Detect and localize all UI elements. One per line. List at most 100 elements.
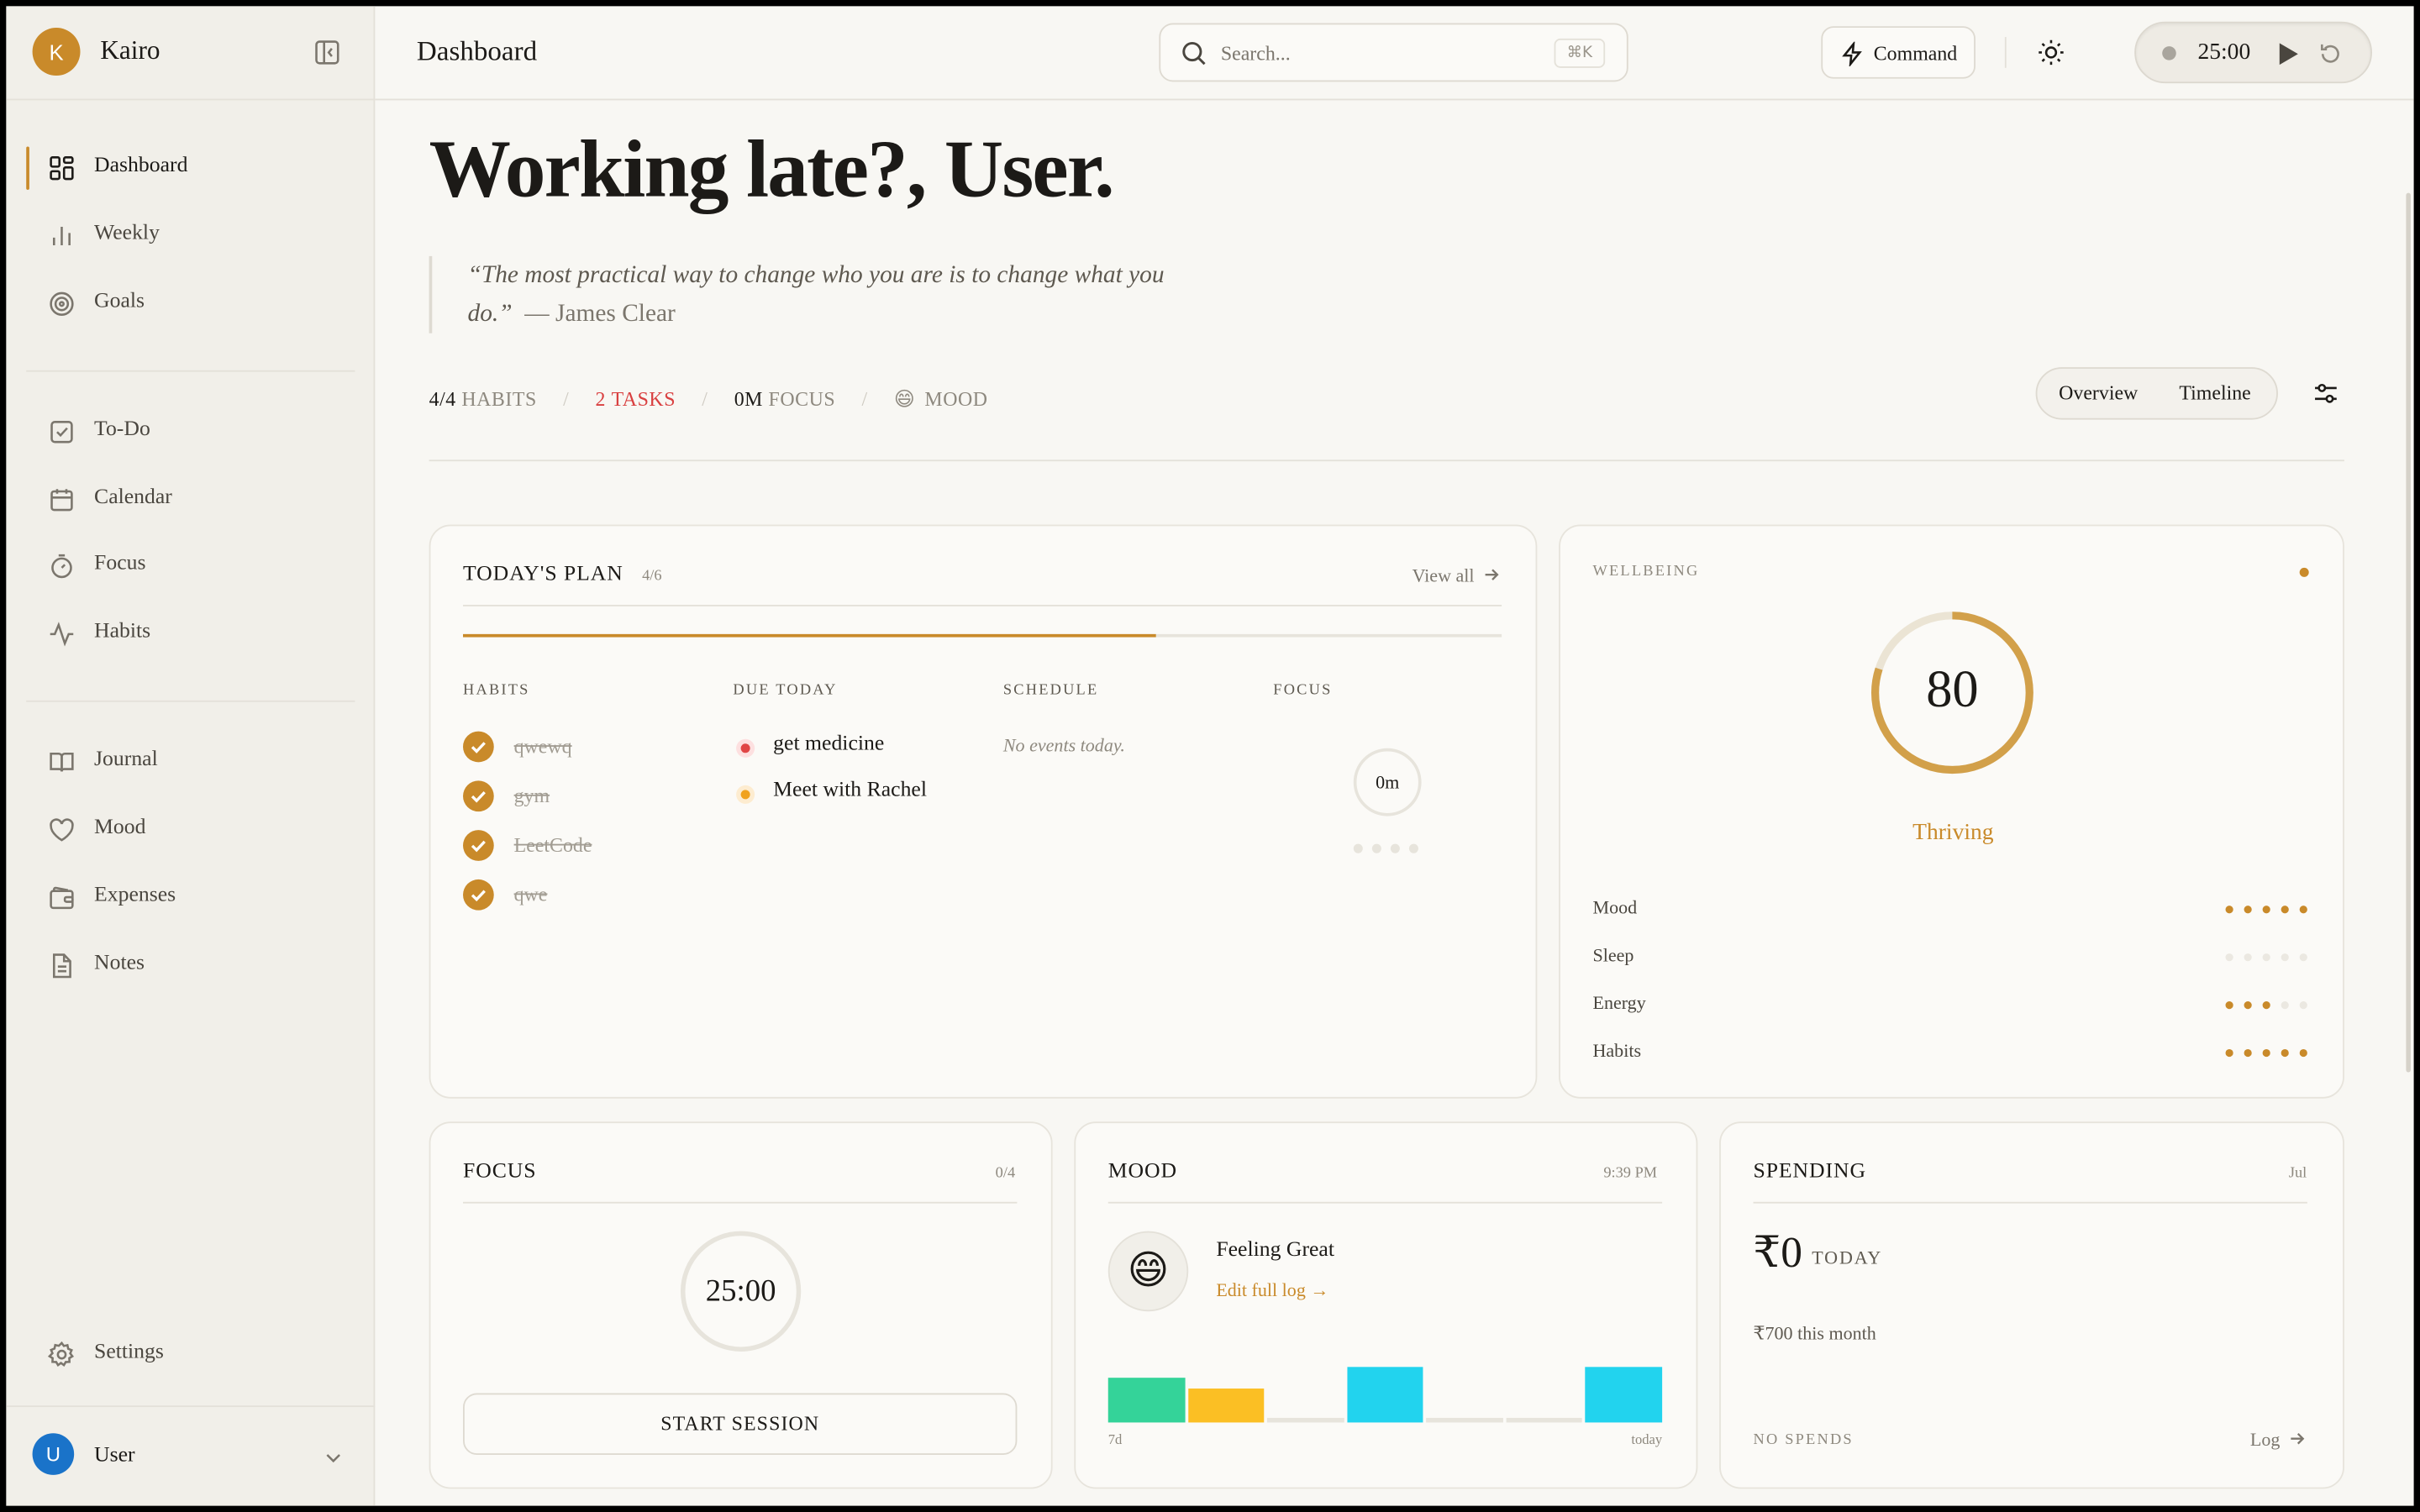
sidebar-item-weekly[interactable]: Weekly	[26, 208, 355, 264]
card-title: WELLBEING	[1592, 563, 1700, 580]
due-item-marker	[736, 738, 755, 758]
focus-stat-value: 0M	[734, 387, 763, 411]
priority-dot	[740, 743, 750, 753]
sidebar-item-journal[interactable]: Journal	[26, 734, 355, 790]
sidebar-item-label: To-Do	[94, 417, 150, 442]
metric-dot	[2262, 1048, 2270, 1058]
sliders-icon[interactable]	[2312, 380, 2339, 407]
start-session-button[interactable]: START SESSION	[463, 1393, 1018, 1456]
sidebar-item-habits[interactable]: Habits	[26, 606, 355, 662]
sidebar-item-label: Goals	[94, 290, 145, 313]
mood-bar	[1187, 1389, 1265, 1423]
habit-item[interactable]: qwewq	[514, 734, 572, 759]
due-item[interactable]: get medicine	[773, 732, 884, 757]
avatar: U	[32, 1433, 75, 1475]
metric-dot	[2225, 906, 2233, 914]
metric-dot	[2281, 1048, 2289, 1058]
plan-progress-fill	[463, 633, 1156, 638]
focus-stat-label: FOCUS	[768, 387, 836, 411]
lightning-icon	[1842, 41, 1862, 66]
sidebar-item-label: Mood	[94, 816, 146, 840]
habit-item[interactable]: gym	[514, 784, 550, 808]
metric-dot	[2244, 906, 2252, 914]
app-window: K Kairo Dashboard Weekly Goals To-Do Cal…	[6, 6, 2414, 1506]
sidebar-collapse-icon[interactable]	[312, 37, 343, 68]
today-label: TODAY	[1812, 1247, 1883, 1268]
habit-checkbox[interactable]	[463, 780, 494, 812]
sidebar-item-label: Weekly	[94, 222, 160, 246]
card-title: SPENDING	[1753, 1160, 1867, 1184]
card-title: TODAY'S PLAN	[463, 563, 623, 586]
habit-checkbox[interactable]	[463, 731, 494, 763]
wallet-icon	[50, 886, 74, 910]
sidebar-item-mood[interactable]: Mood	[26, 802, 355, 858]
mood-bar	[1267, 1417, 1344, 1423]
metric-label: Mood	[1592, 896, 1638, 918]
command-button[interactable]: Command	[1821, 26, 1975, 79]
priority-dot	[740, 790, 750, 800]
search-input[interactable]: Search... ⌘K	[1159, 23, 1628, 82]
edit-log-link[interactable]: Edit full log →	[1216, 1279, 1328, 1303]
arrow-right-icon	[2291, 1432, 2305, 1445]
sidebar-item-dashboard[interactable]: Dashboard	[26, 140, 355, 196]
stopwatch-icon	[51, 554, 72, 579]
app-name: Kairo	[100, 35, 160, 66]
due-item-marker	[736, 785, 755, 804]
sidebar-item-calendar[interactable]: Calendar	[26, 472, 355, 528]
command-label: Command	[1873, 41, 1958, 66]
view-all-link[interactable]: View all	[1413, 564, 1501, 588]
sidebar-item-label: Habits	[94, 620, 151, 643]
log-expense-link[interactable]: Log	[2250, 1429, 2307, 1452]
metric-dot	[2225, 1001, 2233, 1010]
sidebar-item-focus[interactable]: Focus	[26, 538, 355, 594]
tab-overview[interactable]: Overview	[2059, 381, 2138, 406]
focus-ring: 0m	[1353, 748, 1422, 816]
today-amount: ₹0	[1753, 1229, 1802, 1278]
page-title: Dashboard	[416, 35, 538, 66]
sidebar-item-todo[interactable]: To-Do	[26, 404, 355, 459]
user-menu[interactable]: U User	[6, 1405, 376, 1505]
card-title: MOOD	[1107, 1160, 1178, 1184]
habit-checkbox[interactable]	[463, 830, 494, 861]
habit-item[interactable]: qwe	[514, 883, 548, 907]
sidebar-divider	[26, 700, 355, 702]
search-placeholder: Search...	[1220, 41, 1291, 66]
due-item[interactable]: Meet with Rachel	[773, 780, 927, 804]
check-icon	[471, 890, 486, 902]
reset-icon[interactable]	[2318, 42, 2343, 66]
sidebar-divider	[26, 370, 355, 372]
metric-dot	[2262, 906, 2270, 914]
tab-timeline[interactable]: Timeline	[2179, 381, 2250, 406]
sidebar-item-settings[interactable]: Settings	[26, 1327, 355, 1383]
card-divider	[463, 604, 1502, 606]
card-title: FOCUS	[463, 1160, 537, 1184]
calendar-icon	[50, 489, 73, 512]
timer-display: 25:00	[2197, 39, 2251, 66]
metric-dot	[2281, 1001, 2289, 1010]
sidebar: K Kairo Dashboard Weekly Goals To-Do Cal…	[6, 6, 376, 1506]
file-text-icon	[52, 953, 71, 979]
month-total: ₹700 this month	[1753, 1322, 1876, 1344]
status-dot	[2299, 567, 2309, 577]
focus-timer-display: 25:00	[705, 1273, 776, 1308]
habit-item[interactable]: LeetCode	[514, 833, 592, 858]
habit-checkbox[interactable]	[463, 879, 494, 911]
gear-icon	[47, 1341, 75, 1367]
mood-history-chart	[1107, 1367, 1663, 1423]
scrollbar[interactable]	[2406, 192, 2411, 1073]
play-icon[interactable]	[2276, 42, 2300, 66]
tasks-stat-label: TASKS	[611, 387, 676, 411]
daily-quote: “The most practical way to change who yo…	[429, 255, 1232, 333]
metric-dot	[2244, 1048, 2252, 1058]
metric-dot	[2262, 1001, 2270, 1010]
sidebar-item-notes[interactable]: Notes	[26, 938, 355, 994]
sidebar-item-expenses[interactable]: Expenses	[26, 870, 355, 926]
sidebar-item-goals[interactable]: Goals	[26, 276, 355, 332]
log-label: Log	[2249, 1428, 2281, 1451]
card-divider	[1107, 1201, 1663, 1204]
metric-label: Sleep	[1592, 944, 1634, 966]
schedule-empty-text: No events today.	[1002, 734, 1125, 756]
user-name: User	[94, 1444, 135, 1467]
greeting-heading: Working late?, User.	[429, 124, 1115, 215]
sun-icon[interactable]	[2036, 37, 2067, 68]
